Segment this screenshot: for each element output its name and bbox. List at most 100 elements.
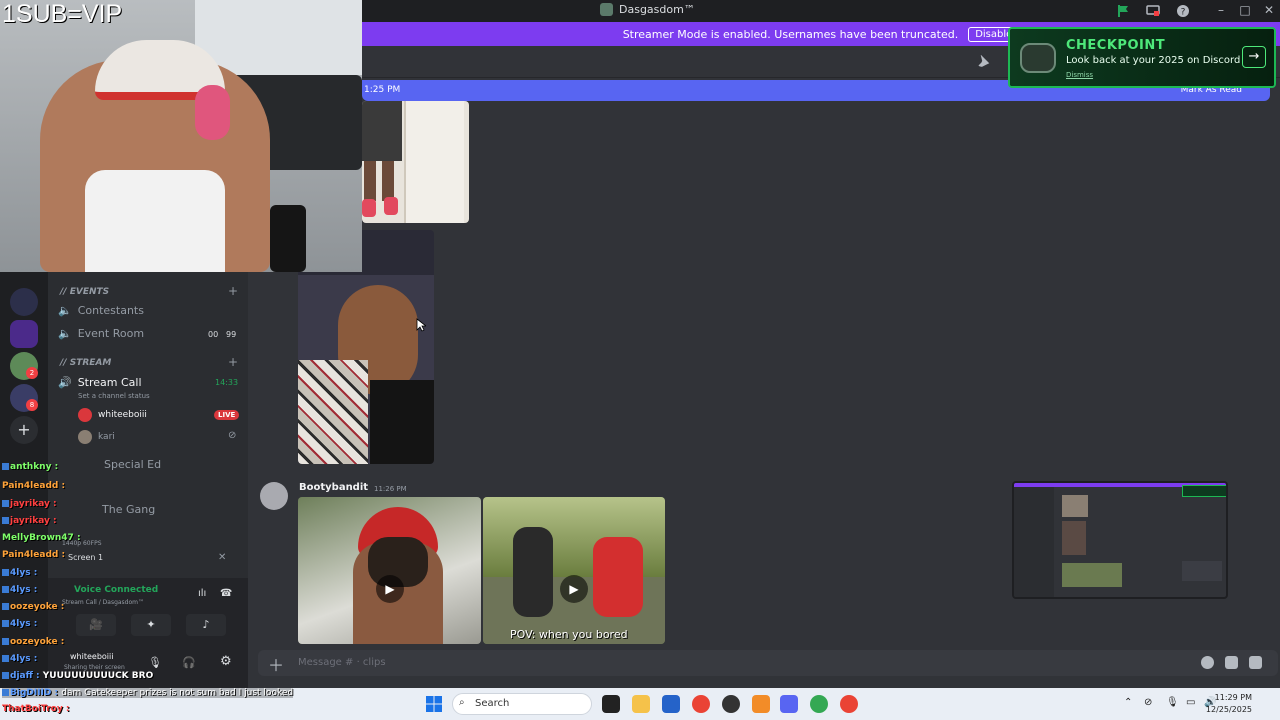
obs-icon[interactable] bbox=[722, 695, 740, 713]
category-events[interactable]: // Events bbox=[60, 287, 109, 297]
close-icon[interactable]: ✕ bbox=[1259, 3, 1279, 17]
discord-icon[interactable] bbox=[780, 695, 798, 713]
chat-line: anthkny : bbox=[2, 462, 58, 472]
webcam-overlay-text: 1SUB=VIP bbox=[2, 0, 123, 28]
speaker-icon: 🔈 bbox=[58, 327, 72, 340]
server-icon[interactable] bbox=[10, 320, 38, 348]
server-icon bbox=[600, 3, 613, 16]
chat-user: ThatBoiTroy bbox=[2, 704, 63, 714]
chat-user: oozeyoke bbox=[10, 637, 58, 647]
chat-user: Pain4leadd bbox=[2, 550, 59, 560]
chat-message: YUUUUUUUUUCK BRO bbox=[42, 671, 154, 681]
app-icon[interactable] bbox=[752, 695, 770, 713]
gift-icon[interactable] bbox=[1249, 656, 1262, 669]
chat-line: djaff : YUUUUUUUUUCK BRO bbox=[2, 671, 153, 681]
chat-line: Pain4leadd : bbox=[2, 481, 66, 491]
minimize-icon[interactable]: – bbox=[1211, 3, 1231, 17]
chat-user: anthkny bbox=[10, 462, 52, 472]
chevron-up-icon[interactable]: ⌃ bbox=[1124, 697, 1132, 708]
server-badge: 8 bbox=[26, 399, 38, 411]
message-input[interactable]: Message # · clips bbox=[298, 657, 386, 668]
chat-line: Pain4leadd : bbox=[2, 550, 66, 560]
window-title: Dasgasdom™ bbox=[600, 3, 695, 16]
chat-user: oozeyoke bbox=[10, 602, 58, 612]
chat-user: 4lys bbox=[10, 568, 31, 578]
stream-chat-bottom: BigDIIID : dam Gatekeeper prizes is not … bbox=[0, 688, 420, 720]
speaker-icon: 🔈 bbox=[58, 304, 72, 317]
server-icon[interactable] bbox=[10, 288, 38, 316]
search-label: Search bbox=[475, 698, 510, 709]
chat-message: dam Gatekeeper prizes is not sum bad I j… bbox=[61, 688, 294, 698]
chrome-icon[interactable] bbox=[810, 695, 828, 713]
chat-line: ThatBoiTroy : bbox=[2, 704, 70, 714]
chat-line: MellyBrown47 : bbox=[2, 533, 81, 543]
chrome-icon[interactable] bbox=[692, 695, 710, 713]
chat-user: jayrikay bbox=[10, 499, 50, 509]
maximize-icon[interactable]: □ bbox=[1235, 3, 1255, 17]
flag-icon[interactable] bbox=[1116, 4, 1130, 18]
taskbar-clock[interactable]: 11:29 PM 12/25/2025 bbox=[1206, 692, 1252, 716]
chat-line: jayrikay : bbox=[2, 516, 57, 526]
play-icon[interactable]: ▶ bbox=[376, 575, 404, 603]
live-badge: LIVE bbox=[214, 410, 240, 420]
webcam-overlay: 1SUB=VIP bbox=[0, 0, 362, 272]
user-limit: 99 bbox=[226, 330, 237, 339]
add-channel-icon[interactable]: + bbox=[228, 284, 238, 298]
message-composer: ＋ Message # · clips bbox=[250, 644, 1280, 688]
taskbar-search[interactable]: Search bbox=[452, 693, 592, 715]
task-view-icon[interactable] bbox=[602, 695, 620, 713]
new-messages-time: 1:25 PM bbox=[364, 85, 401, 95]
voice-user-name[interactable]: kari bbox=[98, 432, 115, 442]
mic-icon[interactable]: 🎙 bbox=[1166, 697, 1179, 708]
message-input-box[interactable] bbox=[258, 650, 1278, 676]
clock-time: 11:29 PM bbox=[1214, 693, 1252, 702]
store-icon[interactable] bbox=[662, 695, 680, 713]
chat-line: oozeyoke : bbox=[2, 637, 64, 647]
chat-user: 4lys bbox=[10, 619, 31, 629]
channel-contestants[interactable]: 🔈 Contestants bbox=[58, 304, 144, 317]
arrow-right-icon[interactable]: → bbox=[1242, 46, 1266, 68]
chat-user: 4lys bbox=[10, 585, 31, 595]
emoji-icon[interactable] bbox=[1201, 656, 1214, 669]
category-stream[interactable]: // STREAM bbox=[60, 358, 111, 368]
user-count: 00 bbox=[208, 330, 219, 339]
avatar[interactable] bbox=[78, 430, 92, 444]
file-explorer-icon[interactable] bbox=[632, 695, 650, 713]
channel-event-room[interactable]: 🔈 Event Room bbox=[58, 327, 144, 340]
pin-icon[interactable] bbox=[976, 55, 990, 69]
checkpoint-popup[interactable]: CHECKPOINT Look back at your 2025 on Dis… bbox=[1008, 27, 1276, 88]
channel-stream-call[interactable]: 🔊 Stream Call bbox=[58, 376, 142, 389]
image-icon[interactable] bbox=[1225, 656, 1238, 669]
avatar[interactable] bbox=[78, 408, 92, 422]
chat-user: jayrikay bbox=[10, 516, 50, 526]
video-attachment[interactable]: ▶ bbox=[298, 497, 481, 644]
attach-plus-icon[interactable]: ＋ bbox=[268, 652, 284, 676]
message-image[interactable] bbox=[362, 101, 469, 223]
video-attachment[interactable]: ▶ bbox=[483, 497, 665, 644]
network-icon[interactable]: ⊘ bbox=[1144, 697, 1152, 708]
clock-date: 12/25/2025 bbox=[1205, 705, 1252, 714]
windows-start-icon[interactable] bbox=[426, 696, 442, 712]
avatar[interactable] bbox=[260, 482, 288, 510]
stream-chat-overlay: anthkny : Pain4leadd : jayrikay : jayrik… bbox=[0, 452, 250, 688]
screen-share-preview[interactable] bbox=[1012, 481, 1228, 599]
message-author[interactable]: Bootybandit bbox=[299, 482, 368, 493]
svg-text:?: ? bbox=[1181, 8, 1186, 18]
play-icon[interactable]: ▶ bbox=[560, 575, 588, 603]
channel-name: Contestants bbox=[77, 304, 144, 317]
screen-share-icon[interactable] bbox=[1146, 4, 1160, 18]
mouse-cursor-icon bbox=[416, 318, 426, 332]
chrome-icon[interactable] bbox=[840, 695, 858, 713]
chat-user: 4lys bbox=[10, 654, 31, 664]
help-icon[interactable]: ? bbox=[1176, 4, 1190, 18]
video-caption: POV: when you bored bbox=[510, 628, 628, 641]
checkpoint-title: CHECKPOINT bbox=[1066, 38, 1166, 53]
channel-status[interactable]: Set a channel status bbox=[78, 392, 150, 400]
chat-line: jayrikay : bbox=[2, 499, 57, 509]
add-server-icon[interactable]: + bbox=[10, 416, 38, 444]
chat-user: Pain4leadd bbox=[2, 481, 59, 491]
checkpoint-dismiss-link[interactable]: Dismiss bbox=[1066, 71, 1093, 79]
add-channel-icon[interactable]: + bbox=[228, 355, 238, 369]
voice-user-name[interactable]: whiteeboiii bbox=[98, 410, 147, 420]
display-icon[interactable]: ▭ bbox=[1186, 697, 1195, 708]
